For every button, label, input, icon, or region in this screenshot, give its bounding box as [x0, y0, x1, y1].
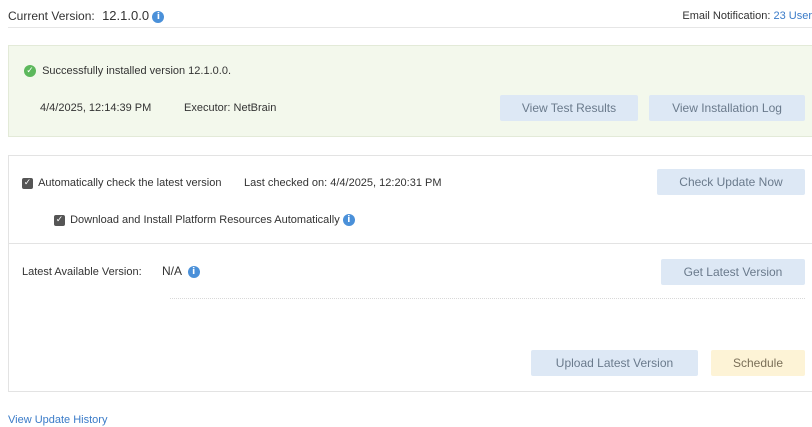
last-checked-text: Last checked on: 4/4/2025, 12:20:31 PM: [244, 177, 442, 189]
get-latest-version-button[interactable]: Get Latest Version: [661, 259, 805, 285]
auto-check-row: ✓ Automatically check the latest version: [22, 177, 221, 189]
view-test-results-button[interactable]: View Test Results: [500, 95, 638, 121]
check-circle-icon: ✓: [24, 65, 36, 78]
upload-latest-version-button[interactable]: Upload Latest Version: [531, 350, 698, 376]
email-notification-label: Email Notification:: [682, 10, 771, 22]
install-executor: Executor: NetBrain: [184, 102, 277, 114]
download-resources-label: Download and Install Platform Resources …: [70, 214, 340, 226]
latest-version-value: N/A: [162, 264, 182, 278]
install-timestamp: 4/4/2025, 12:14:39 PM: [40, 102, 152, 114]
download-resources-checkbox[interactable]: ✓: [54, 214, 65, 226]
view-update-history-link[interactable]: View Update History: [8, 414, 107, 426]
info-icon[interactable]: i: [152, 10, 165, 23]
dotted-divider: [170, 298, 805, 299]
latest-version-value-row: N/A i: [162, 264, 200, 278]
download-resources-row: ✓ Download and Install Platform Resource…: [54, 214, 355, 227]
auto-check-checkbox[interactable]: ✓: [22, 177, 33, 189]
current-version: Current Version: 12.1.0.0 i: [8, 8, 165, 23]
current-version-value: 12.1.0.0: [102, 8, 150, 23]
current-version-label: Current Version:: [8, 9, 95, 23]
check-update-now-button[interactable]: Check Update Now: [657, 169, 805, 195]
auto-check-label: Automatically check the latest version: [38, 177, 222, 189]
view-installation-log-button[interactable]: View Installation Log: [649, 95, 805, 121]
header-divider: [8, 27, 812, 28]
email-notification-link[interactable]: 23 User: [773, 10, 812, 22]
info-icon[interactable]: i: [187, 265, 200, 278]
schedule-button[interactable]: Schedule: [711, 350, 805, 376]
install-success: ✓ Successfully installed version 12.1.0.…: [24, 65, 231, 78]
install-status-panel: [8, 45, 812, 137]
install-success-message: Successfully installed version 12.1.0.0.: [42, 65, 231, 77]
info-icon[interactable]: i: [342, 214, 355, 227]
email-notification: Email Notification: 23 User: [682, 10, 812, 22]
latest-version-label: Latest Available Version:: [22, 266, 142, 278]
